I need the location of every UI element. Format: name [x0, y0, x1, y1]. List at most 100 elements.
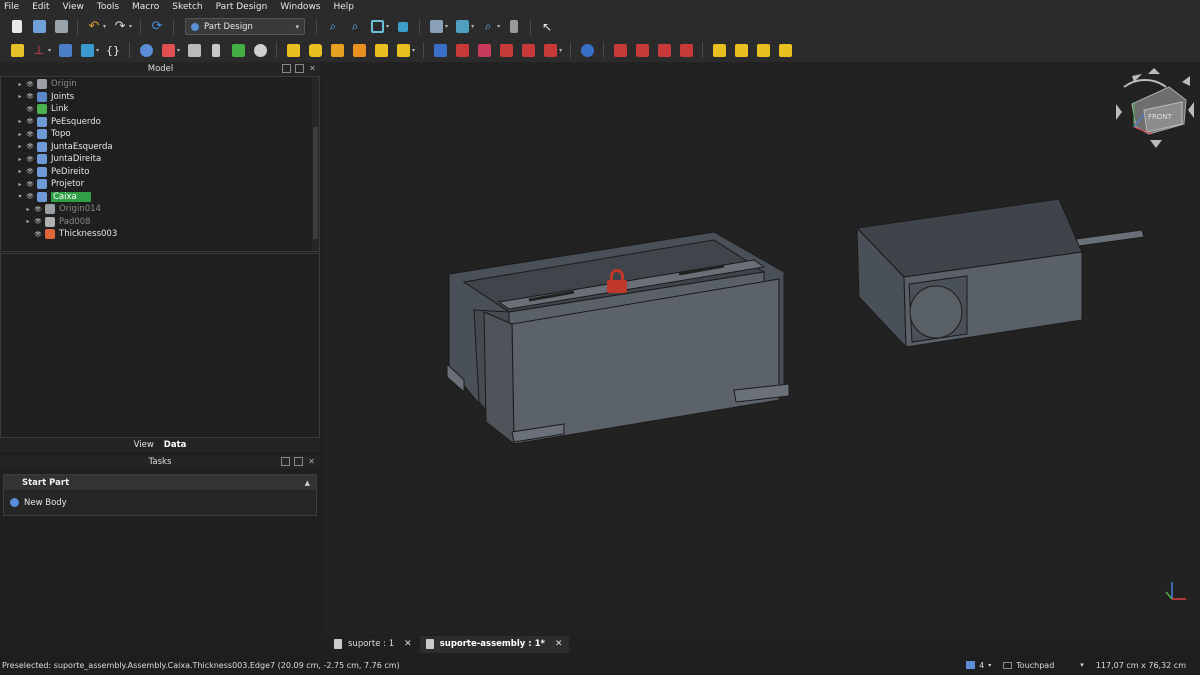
additive-helix-icon[interactable] — [372, 41, 390, 59]
visibility-eye-icon[interactable]: 👁 — [33, 218, 43, 225]
pad-icon[interactable] — [284, 41, 302, 59]
tree-item[interactable]: ▸ 👁 PeDireito — [1, 166, 319, 179]
subshape-binder-icon[interactable] — [229, 41, 247, 59]
expand-arrow-icon[interactable]: ▾ — [15, 193, 25, 200]
start-part-title[interactable]: Start Part ▲ — [4, 475, 316, 490]
visibility-eye-icon[interactable]: 👁 — [25, 93, 35, 100]
tab-view[interactable]: View — [134, 440, 154, 450]
menu-macro[interactable]: Macro — [132, 2, 159, 12]
menu-file[interactable]: File — [4, 2, 19, 12]
draw-style-icon[interactable] — [368, 18, 386, 36]
additive-loft-icon[interactable] — [328, 41, 346, 59]
navigation-style-selector[interactable]: Touchpad — [1003, 661, 1054, 670]
tree-item[interactable]: ▸ 👁 Projetor — [1, 178, 319, 191]
std-views-menu-icon[interactable] — [453, 18, 471, 36]
expand-arrow-icon[interactable]: ▸ — [15, 156, 25, 163]
tree-item[interactable]: ▸ 👁 Topo — [1, 128, 319, 141]
workbench-selector[interactable]: Part Design ▾ — [185, 18, 306, 35]
pocket-icon[interactable] — [431, 41, 449, 59]
visibility-eye-icon[interactable]: 👁 — [25, 118, 35, 125]
3d-view[interactable]: FRONT — [324, 62, 1200, 634]
clone-icon[interactable] — [251, 41, 269, 59]
menu-windows[interactable]: Windows — [280, 2, 320, 12]
new-document-icon[interactable] — [8, 18, 26, 36]
expand-arrow-icon[interactable]: ▸ — [23, 218, 33, 225]
hole-icon[interactable] — [453, 41, 471, 59]
draft-icon[interactable] — [655, 41, 673, 59]
refresh-icon[interactable]: ⟳ — [148, 18, 166, 36]
tree-item[interactable]: ▸ 👁 Pad008 — [1, 216, 319, 229]
expand-arrow-icon[interactable]: ▸ — [15, 118, 25, 125]
collapse-icon[interactable]: ▲ — [305, 479, 310, 487]
tree-scrollbar[interactable] — [312, 77, 319, 251]
tasks-lock-icon[interactable] — [281, 457, 290, 466]
expand-arrow-icon[interactable]: ▸ — [15, 168, 25, 175]
menu-help[interactable]: Help — [334, 2, 355, 12]
subtractive-primitive-icon[interactable] — [541, 41, 559, 59]
close-tab-icon[interactable]: ✕ — [555, 639, 563, 649]
shape-binder-icon[interactable] — [207, 41, 225, 59]
visibility-eye-icon[interactable]: 👁 — [25, 131, 35, 138]
expand-arrow-icon[interactable]: ▸ — [15, 181, 25, 188]
menu-view[interactable]: View — [63, 2, 84, 12]
create-group-icon[interactable]: ⊥ — [30, 41, 48, 59]
tree-item[interactable]: ▸ 👁 JuntaDireita — [1, 153, 319, 166]
boolean-icon[interactable] — [578, 41, 596, 59]
groove-icon[interactable] — [475, 41, 493, 59]
mirrored-icon[interactable] — [710, 41, 728, 59]
visibility-eye-icon[interactable]: 👁 — [25, 106, 35, 113]
expand-arrow-icon[interactable]: ▸ — [15, 143, 25, 150]
tree-item[interactable]: 👁 Link — [1, 103, 319, 116]
measure-icon[interactable]: ⌕ — [479, 18, 497, 36]
visibility-eye-icon[interactable]: 👁 — [25, 168, 35, 175]
std-views-icon[interactable] — [427, 18, 445, 36]
expand-arrow-icon[interactable]: ▸ — [15, 81, 25, 88]
visibility-eye-icon[interactable]: 👁 — [25, 143, 35, 150]
close-tab-icon[interactable]: ✕ — [404, 639, 412, 649]
navigation-cube[interactable]: FRONT — [1116, 68, 1194, 148]
save-document-icon[interactable] — [52, 18, 70, 36]
fillet-icon[interactable] — [611, 41, 629, 59]
tree-item[interactable]: 👁 Thickness003 — [1, 228, 319, 241]
create-part-icon[interactable] — [8, 41, 26, 59]
expand-arrow-icon[interactable]: ▸ — [15, 93, 25, 100]
menu-sketch[interactable]: Sketch — [172, 2, 202, 12]
create-sketch-icon[interactable] — [159, 41, 177, 59]
subtractive-loft-icon[interactable] — [497, 41, 515, 59]
panel-lock-icon[interactable] — [282, 64, 291, 73]
open-document-icon[interactable] — [30, 18, 48, 36]
visibility-eye-icon[interactable]: 👁 — [33, 206, 43, 213]
visibility-eye-icon[interactable]: 👁 — [25, 193, 35, 200]
create-folder-icon[interactable] — [56, 41, 74, 59]
additive-primitive-icon[interactable] — [394, 41, 412, 59]
tree-item[interactable]: ▸ 👁 Origin — [1, 78, 319, 91]
menu-tools[interactable]: Tools — [97, 2, 119, 12]
additive-pipe-icon[interactable] — [350, 41, 368, 59]
doc-tab-suporte[interactable]: suporte : 1 ✕ — [328, 636, 418, 653]
fit-all-icon[interactable]: ⌕ — [324, 18, 342, 36]
polar-pattern-icon[interactable] — [754, 41, 772, 59]
thickness-icon[interactable] — [677, 41, 695, 59]
layer-selector[interactable]: 4 ▾ — [966, 661, 991, 670]
linear-pattern-icon[interactable] — [732, 41, 750, 59]
chamfer-icon[interactable] — [633, 41, 651, 59]
multi-transform-icon[interactable] — [776, 41, 794, 59]
new-body-item[interactable]: New Body — [4, 490, 316, 515]
tree-item[interactable]: ▾ 👁 Caixa — [1, 191, 319, 204]
tree-item[interactable]: ▸ 👁 JuntaEsquerda — [1, 141, 319, 154]
expand-arrow-icon[interactable]: ▸ — [15, 131, 25, 138]
bounding-box-icon[interactable] — [394, 18, 412, 36]
tasks-float-icon[interactable] — [294, 457, 303, 466]
caliper-icon[interactable] — [505, 18, 523, 36]
tasks-close-icon[interactable]: ✕ — [307, 457, 316, 466]
undo-icon[interactable]: ↶ — [85, 18, 103, 36]
panel-float-icon[interactable] — [295, 64, 304, 73]
menu-part-design[interactable]: Part Design — [216, 2, 268, 12]
tree-item[interactable]: ▸ 👁 PeEsquerdo — [1, 116, 319, 129]
validate-sketch-icon[interactable] — [185, 41, 203, 59]
3d-scene[interactable]: FRONT — [324, 62, 1200, 634]
chevron-down-icon[interactable]: ▾ — [1080, 661, 1084, 669]
create-body-icon[interactable] — [137, 41, 155, 59]
whats-this-icon[interactable]: ↖ — [538, 18, 556, 36]
expand-arrow-icon[interactable]: ▸ — [23, 206, 33, 213]
